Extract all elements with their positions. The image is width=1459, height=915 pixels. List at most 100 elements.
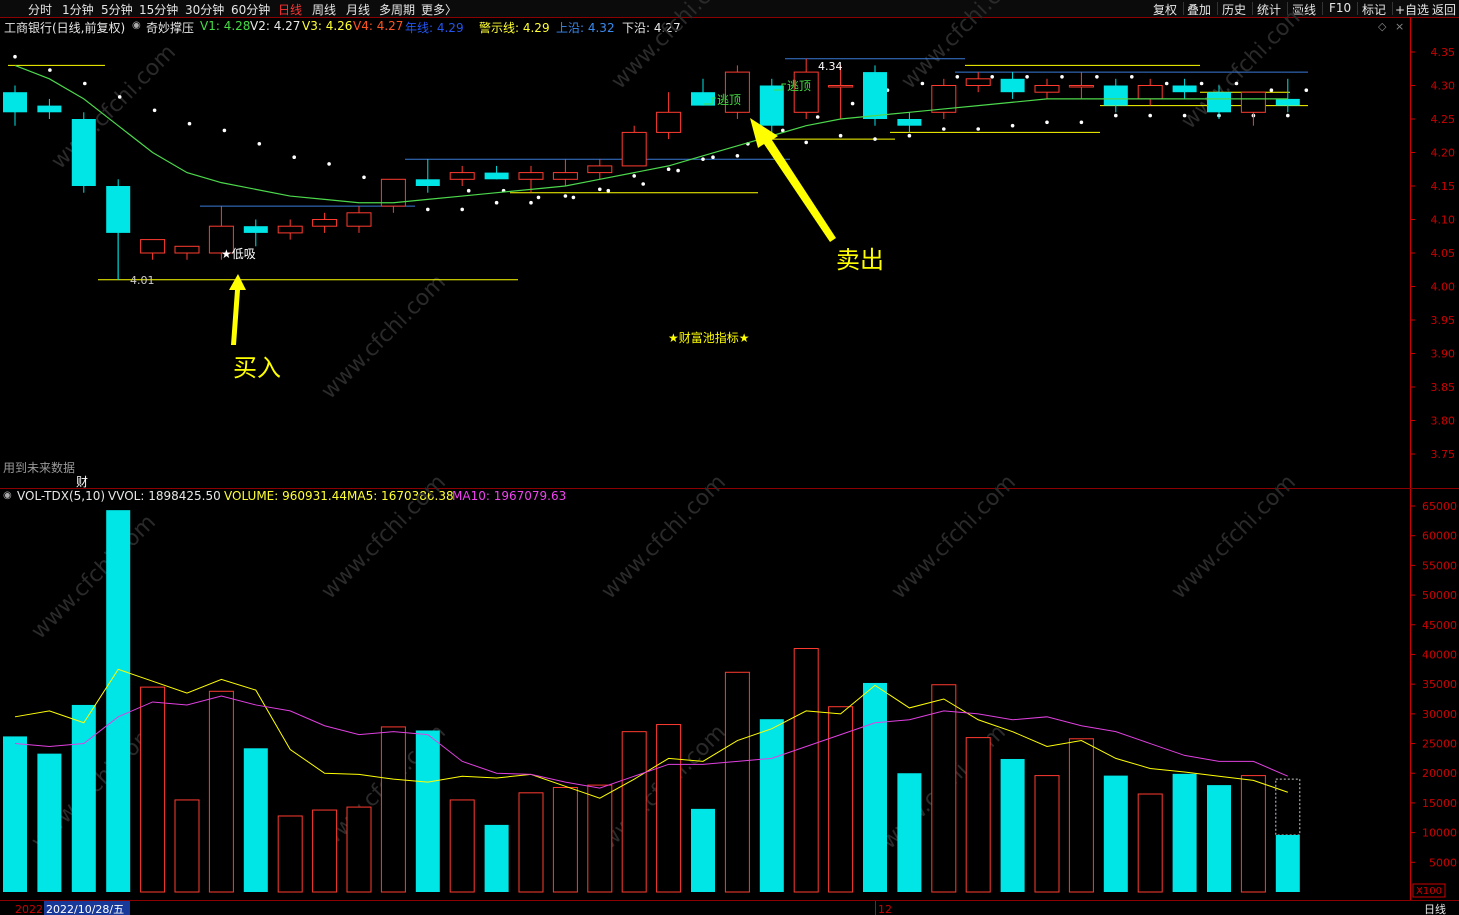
candle-body-down[interactable] bbox=[1103, 85, 1128, 106]
candle-body-up[interactable] bbox=[724, 71, 750, 113]
f10-button[interactable]: F10 bbox=[1329, 1, 1351, 15]
volume-bar-down[interactable] bbox=[484, 824, 509, 892]
candle-body-down[interactable] bbox=[1207, 92, 1231, 113]
volume-bar-down[interactable] bbox=[243, 748, 268, 892]
volume-bar-up[interactable] bbox=[1068, 738, 1094, 893]
volume-bar-up[interactable] bbox=[380, 726, 406, 893]
candle-body-down[interactable] bbox=[484, 172, 509, 180]
tab-1min[interactable]: 1分钟 bbox=[62, 1, 94, 18]
indicator-menu-icon[interactable]: ◉ bbox=[132, 20, 141, 31]
candle-body-up[interactable] bbox=[140, 239, 166, 254]
candlestick-chart[interactable]: www.cfchi.com www.cfchi.com www.cfchi.com w… bbox=[0, 0, 1459, 915]
volume-bar-up[interactable] bbox=[208, 690, 234, 893]
volume-bar-down[interactable] bbox=[1000, 758, 1025, 892]
candle-body-down[interactable] bbox=[691, 92, 715, 106]
candle-body-up[interactable] bbox=[208, 225, 234, 254]
candle-body-up[interactable] bbox=[793, 71, 819, 113]
volume-bar-up[interactable] bbox=[828, 706, 854, 893]
volume-bar-up[interactable] bbox=[793, 648, 819, 893]
volume-bar-up[interactable] bbox=[518, 792, 544, 893]
candle-body-up[interactable] bbox=[552, 172, 578, 180]
volume-bar-up[interactable] bbox=[277, 815, 303, 893]
candle-body-up[interactable] bbox=[518, 172, 544, 180]
add-favorite-button[interactable]: +自选 bbox=[1395, 1, 1429, 18]
volume-bar-up[interactable] bbox=[656, 724, 682, 893]
history-button[interactable]: 历史 bbox=[1222, 1, 1246, 18]
candle-body-up[interactable] bbox=[174, 245, 200, 254]
candle-body-down[interactable] bbox=[243, 226, 268, 233]
tab-weekly[interactable]: 周线 bbox=[312, 1, 336, 18]
volume-bar-down[interactable] bbox=[897, 773, 922, 892]
volume-bar-up[interactable] bbox=[1034, 775, 1060, 893]
volume-menu-icon[interactable]: ◉ bbox=[3, 490, 12, 501]
fuquan-button[interactable]: 复权 bbox=[1153, 1, 1177, 18]
tab-more[interactable]: 更多〉 bbox=[421, 1, 457, 18]
candle-body-down[interactable] bbox=[3, 92, 27, 113]
candle-body-down[interactable] bbox=[863, 72, 887, 119]
candle-body-up[interactable] bbox=[587, 165, 613, 174]
candle-body-up[interactable] bbox=[346, 212, 372, 227]
volume-bar-down[interactable] bbox=[863, 682, 887, 892]
candle-body-up[interactable] bbox=[965, 78, 991, 87]
volume-bar-down[interactable] bbox=[1103, 775, 1128, 892]
indicator-name[interactable]: 奇妙撑压 bbox=[146, 19, 194, 36]
tab-multi-period[interactable]: 多周期 bbox=[379, 1, 415, 18]
candle-body-up[interactable] bbox=[449, 172, 475, 180]
candle-body-up[interactable] bbox=[312, 219, 338, 227]
back-button[interactable]: 返回 bbox=[1432, 1, 1456, 18]
candle-body-up[interactable] bbox=[931, 85, 957, 113]
volume-bar-up[interactable] bbox=[140, 686, 166, 893]
stats-button[interactable]: 统计 bbox=[1257, 1, 1281, 18]
tab-30min[interactable]: 30分钟 bbox=[185, 1, 224, 18]
volume-bar-down[interactable] bbox=[759, 719, 784, 892]
volume-bar-up[interactable] bbox=[931, 684, 957, 893]
candle-body-up[interactable] bbox=[1137, 85, 1163, 100]
candle-body-up[interactable] bbox=[656, 111, 682, 133]
candle-body-down[interactable] bbox=[71, 119, 96, 186]
tab-daily[interactable]: 日线 bbox=[278, 1, 302, 18]
volume-bar-up[interactable] bbox=[587, 784, 613, 893]
volume-bar-up[interactable] bbox=[449, 799, 475, 893]
candle-body-down[interactable] bbox=[37, 105, 62, 113]
candle-body-up[interactable] bbox=[621, 131, 647, 167]
cai-marker[interactable]: 财 bbox=[76, 475, 88, 489]
volume-bar-up[interactable] bbox=[1240, 775, 1266, 893]
tab-15min[interactable]: 15分钟 bbox=[139, 1, 178, 18]
tab-5min[interactable]: 5分钟 bbox=[101, 1, 133, 18]
candle-body-down[interactable] bbox=[415, 179, 440, 186]
volume-bar-up[interactable] bbox=[174, 799, 200, 893]
volume-bar-down[interactable] bbox=[691, 808, 715, 892]
candle-body-up[interactable] bbox=[380, 178, 406, 207]
candle-body-down[interactable] bbox=[1275, 98, 1300, 106]
overlay-button[interactable]: 叠加 bbox=[1187, 1, 1211, 18]
volume-bar-down[interactable] bbox=[415, 730, 440, 892]
vol-indicator-name[interactable]: VOL-TDX(5,10) bbox=[17, 489, 105, 503]
volume-bar-down[interactable] bbox=[37, 753, 62, 892]
volume-bar-up[interactable] bbox=[965, 737, 991, 893]
volume-bar-up[interactable] bbox=[724, 671, 750, 893]
close-icon[interactable]: × bbox=[1395, 20, 1404, 33]
candle-body-down[interactable] bbox=[759, 85, 784, 126]
mark-button[interactable]: 标记 bbox=[1362, 1, 1386, 18]
tab-60min[interactable]: 60分钟 bbox=[231, 1, 270, 18]
candle-body-down[interactable] bbox=[1000, 78, 1025, 93]
tab-fenshi[interactable]: 分时 bbox=[28, 1, 52, 18]
volume-bar-down[interactable] bbox=[1275, 834, 1300, 892]
candle-body-down[interactable] bbox=[897, 119, 922, 126]
volume-bar-up[interactable] bbox=[312, 809, 338, 893]
diamond-icon[interactable]: ◇ bbox=[1378, 20, 1386, 33]
tab-monthly[interactable]: 月线 bbox=[346, 1, 370, 18]
volume-bar-down[interactable] bbox=[1172, 773, 1197, 892]
volume-bar-up[interactable] bbox=[1137, 793, 1163, 893]
volume-bar-down[interactable] bbox=[3, 736, 27, 892]
candle-body-up[interactable] bbox=[1034, 85, 1060, 93]
candle-body-up[interactable] bbox=[828, 85, 854, 88]
candle-body-up[interactable] bbox=[1068, 85, 1094, 88]
volume-bar-down[interactable] bbox=[106, 510, 131, 892]
volume-bar-up[interactable] bbox=[621, 731, 647, 893]
candle-body-down[interactable] bbox=[106, 186, 131, 233]
volume-bar-up[interactable] bbox=[552, 786, 578, 893]
volume-bar-down[interactable] bbox=[71, 704, 96, 892]
candle-body-down[interactable] bbox=[1172, 85, 1197, 93]
draw-line-button[interactable]: 画线 bbox=[1292, 1, 1316, 18]
